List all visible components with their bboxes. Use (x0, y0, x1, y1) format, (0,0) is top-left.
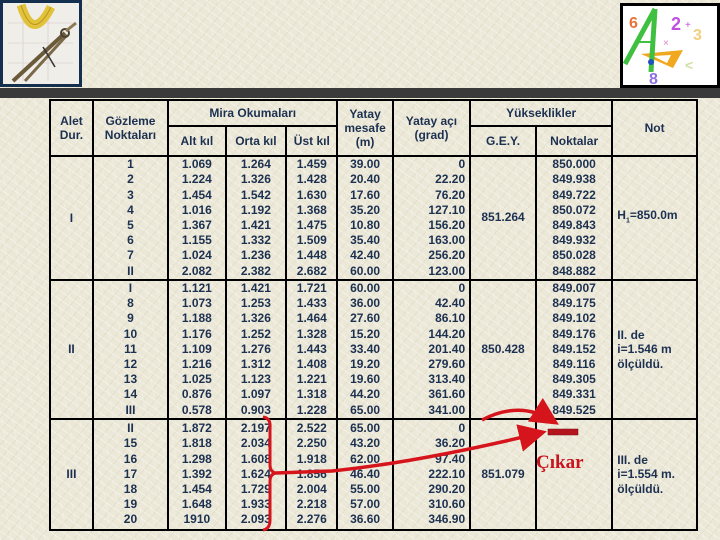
orta-kil-cell: 1.264 1.326 1.542 1.192 1.421 1.332 1.23… (224, 155, 288, 281)
header-noktalar: Noktalar (534, 125, 614, 157)
note-prefix: H (617, 207, 626, 222)
header-ust-kil: Üst kıl (285, 125, 339, 157)
points-cell: I 8 9 10 11 12 13 14 III (91, 279, 170, 420)
noktalar-cell: 850.000 849.938 849.722 850.072 849.843 … (534, 155, 614, 281)
note-cell: II. de i=1.546 m ölçüldü. (611, 279, 698, 420)
ust-kil-cell: 1.721 1.433 1.464 1.328 1.443 1.408 1.22… (285, 279, 339, 420)
gey-cell: 850.428 (469, 279, 537, 420)
ust-kil-cell: 1.459 1.428 1.630 1.368 1.475 1.509 1.44… (285, 155, 339, 281)
yatay-aci-cell: 0 42.40 86.10 144.20 201.40 279.60 313.4… (391, 279, 472, 420)
survey-table: Alet Dur. Gözleme Noktaları Mira Okumala… (49, 99, 698, 531)
yatay-mesafe-cell: 60.00 36.00 27.60 15.20 33.40 19.20 19.6… (336, 279, 394, 420)
yatay-mesafe-cell: 65.00 43.20 62.00 46.40 55.00 57.00 36.6… (336, 417, 394, 531)
station-cell: I (49, 155, 94, 281)
yatay-mesafe-cell: 39.00 20.40 17.60 35.20 10.80 35.40 42.4… (336, 155, 394, 281)
svg-text:8: 8 (649, 71, 658, 85)
gey-cell: 851.264 (469, 155, 537, 281)
header-mira-okumalari: Mira Okumaları (167, 99, 339, 127)
note-suffix: =850.0m (629, 207, 678, 222)
alt-kil-cell: 1.069 1.224 1.454 1.016 1.367 1.155 1.02… (167, 155, 227, 281)
header-yatay-aci: Yatay açı (grad) (391, 99, 472, 157)
header-alet-dur: Alet Dur. (49, 99, 94, 157)
table-row-station-2: II I 8 9 10 11 12 13 14 III 1.121 1.073 … (49, 279, 698, 420)
station-cell: II (49, 279, 94, 420)
noktalar-cell: 849.007 849.175 849.102 849.176 849.152 … (534, 279, 614, 420)
yatay-aci-cell: 0 36.20 97.40 222.10 290.20 310.60 346.9… (391, 417, 472, 531)
orta-kil-cell: 2.197 2.034 1.608 1.624 1.729 1.933 2.09… (224, 417, 288, 531)
alt-kil-cell: 1.121 1.073 1.188 1.176 1.109 1.216 1.02… (167, 279, 227, 420)
note-cell: H1=850.0m (611, 155, 698, 281)
noktalar-cell (534, 417, 614, 531)
header-not: Not (611, 99, 698, 157)
table-row-station-3: III II 15 16 17 18 19 20 1.872 1.818 1.2… (49, 417, 698, 531)
station-cell: III (49, 417, 94, 531)
ust-kil-cell: 2.522 2.250 1.918 1.856 2.004 2.218 2.27… (285, 417, 339, 531)
svg-text:3: 3 (693, 27, 702, 44)
svg-text:×: × (663, 38, 669, 49)
yatay-aci-cell: 0 22.20 76.20 127.10 156.20 163.00 256.2… (391, 155, 472, 281)
math-geometry-image: 6 2 + 3 × 8 < (620, 3, 720, 88)
svg-text:<: < (685, 57, 693, 73)
table-row-station-1: I 1 2 3 4 5 6 7 II 1.069 1.224 1.454 1.0… (49, 155, 698, 281)
header-yatay-mesafe: Yatay mesafe (m) (336, 99, 394, 157)
header-band: 6 2 + 3 × 8 < (0, 0, 720, 88)
header-divider (0, 88, 720, 98)
header-orta-kil: Orta kıl (224, 125, 288, 157)
header-gozleme-noktalari: Gözleme Noktaları (91, 99, 170, 157)
compass-protractor-image (0, 0, 82, 87)
header-gey: G.E.Y. (469, 125, 537, 157)
svg-text:6: 6 (629, 15, 638, 32)
svg-text:2: 2 (671, 14, 681, 34)
gey-cell: 851.079 (469, 417, 537, 531)
header-yukseklikler: Yükseklikler (469, 99, 614, 127)
svg-text:+: + (685, 20, 691, 31)
orta-kil-cell: 1.421 1.253 1.326 1.252 1.276 1.312 1.12… (224, 279, 288, 420)
header-alt-kil: Alt kıl (167, 125, 227, 157)
points-cell: II 15 16 17 18 19 20 (91, 417, 170, 531)
cikar-label: Çıkar (536, 452, 584, 473)
note-cell: III. de i=1.554 m. ölçüldü. (611, 417, 698, 531)
points-cell: 1 2 3 4 5 6 7 II (91, 155, 170, 281)
alt-kil-cell: 1.872 1.818 1.298 1.392 1.454 1.648 1910 (167, 417, 227, 531)
